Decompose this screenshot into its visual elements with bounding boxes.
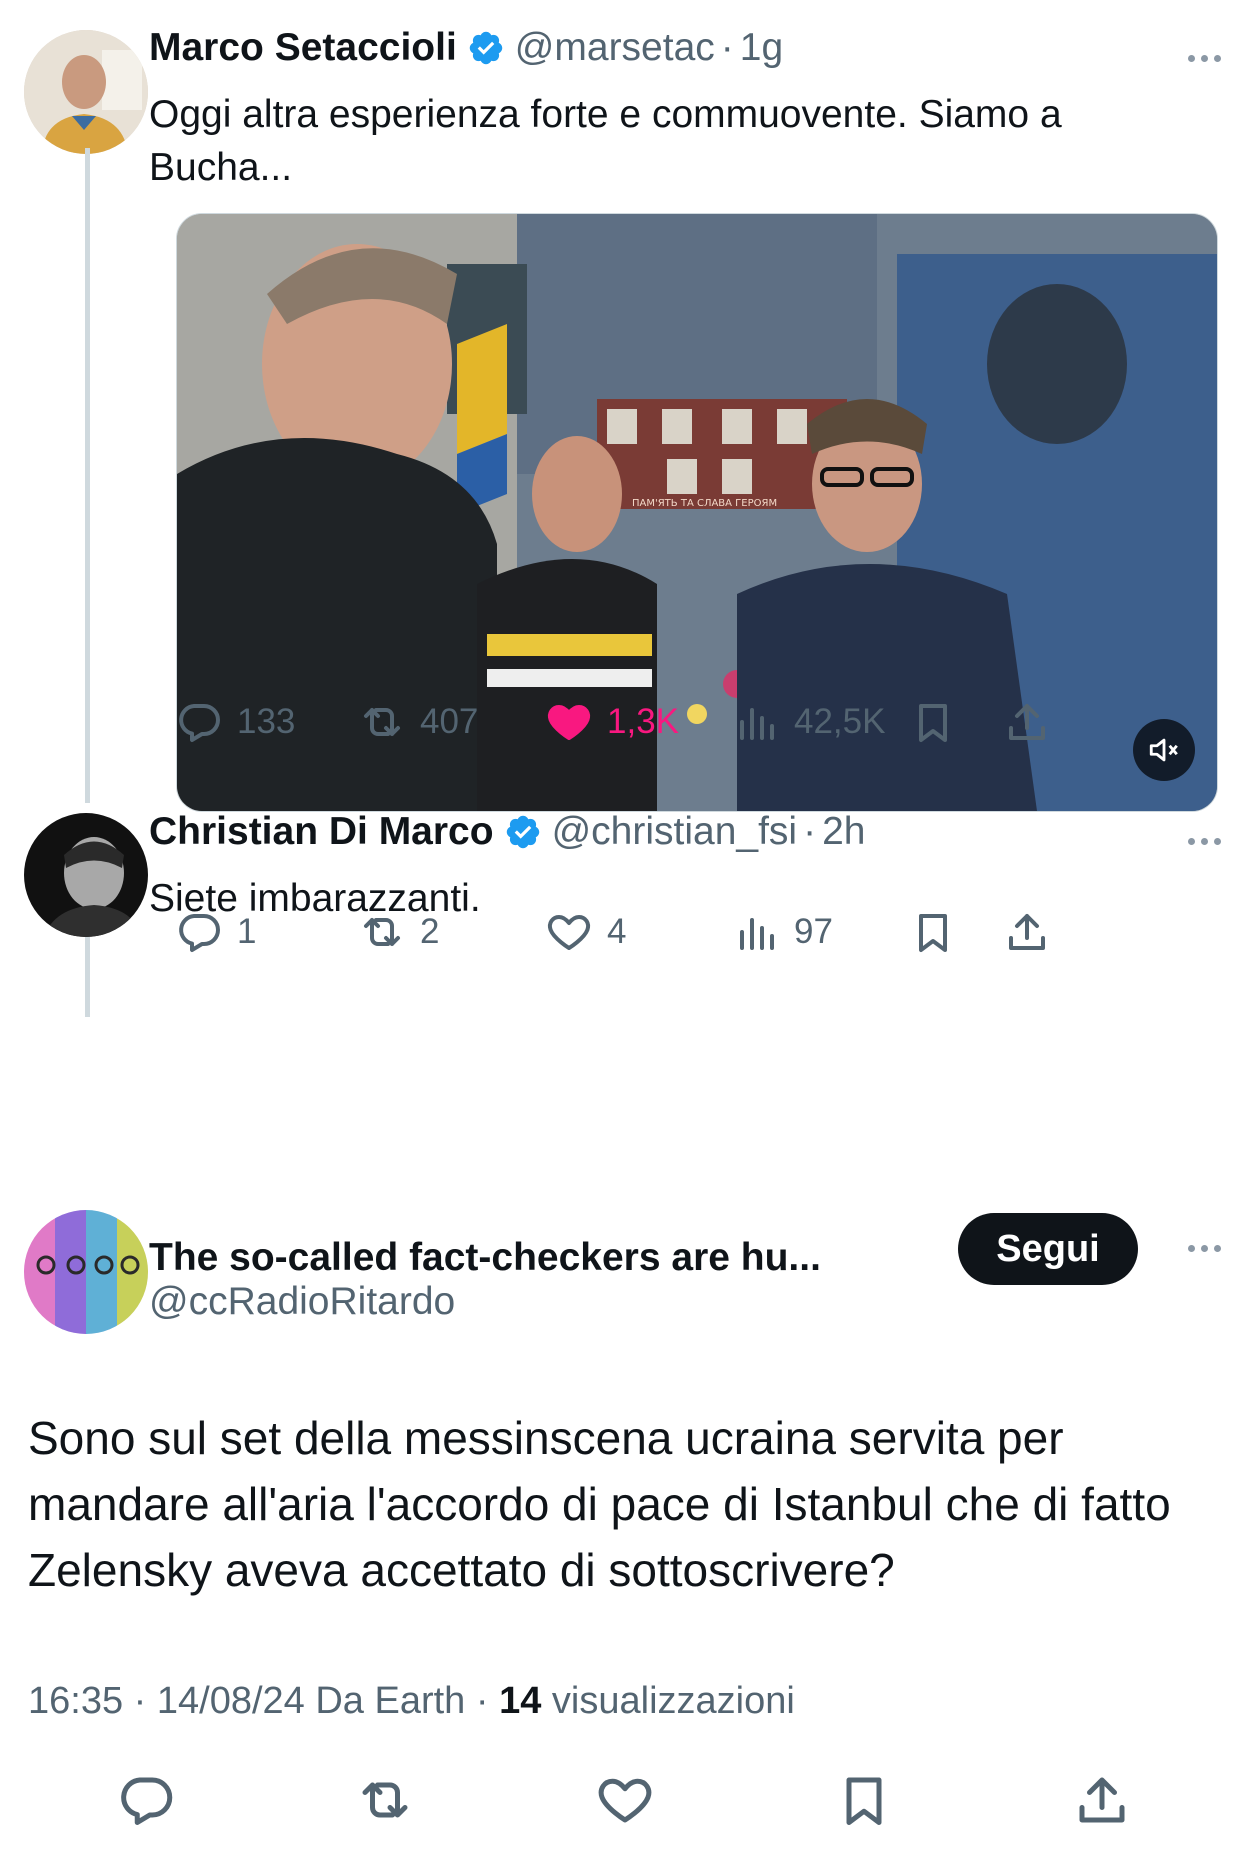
bookmark-icon: [919, 914, 947, 952]
tweet1-text-line1: Oggi altra esperienza forte e commuovent…: [149, 93, 1062, 136]
views-count: 42,5K: [794, 702, 886, 741]
reply-icon: [179, 704, 220, 742]
dot-separator: ·: [720, 26, 734, 69]
more-icon[interactable]: [1188, 1245, 1221, 1252]
retweet-button[interactable]: 2: [358, 908, 439, 956]
tweet-time[interactable]: 1g: [740, 26, 783, 70]
main-tweet-text: Sono sul set della messinscena ucraina s…: [28, 1412, 1171, 1596]
like-button[interactable]: 1,3K: [545, 698, 679, 746]
reply-icon[interactable]: [116, 1770, 176, 1830]
bookmark-icon[interactable]: [834, 1770, 894, 1830]
tweet-time[interactable]: 2h: [822, 810, 865, 854]
more-icon[interactable]: [1188, 838, 1221, 845]
like-icon[interactable]: [595, 1770, 655, 1830]
main-author-name[interactable]: The so-called fact-checkers are hu...: [149, 1236, 821, 1280]
main-author-handle[interactable]: @ccRadioRitardo: [149, 1280, 455, 1324]
retweet-count: 2: [420, 912, 440, 951]
avatar-marco[interactable]: [24, 30, 148, 154]
like-button[interactable]: 4: [545, 908, 626, 956]
verified-icon: [467, 29, 505, 67]
retweet-icon[interactable]: [355, 1770, 415, 1830]
views-button[interactable]: 97: [732, 908, 833, 956]
reply-count: 133: [237, 702, 296, 741]
like-count: 4: [607, 912, 627, 951]
views-number: 14: [499, 1680, 542, 1722]
retweet-icon: [364, 918, 400, 946]
reply-button[interactable]: 133: [175, 698, 295, 746]
thread-line: [85, 148, 90, 803]
reply-icon: [179, 914, 220, 952]
author-handle[interactable]: @christian_fsi: [552, 810, 798, 854]
like-icon: [548, 915, 590, 950]
share-icon: [1009, 914, 1045, 950]
views-icon: [740, 918, 774, 950]
bookmark-icon: [919, 704, 947, 742]
thread-line: [85, 937, 90, 1017]
tweet1-text: Oggi altra esperienza forte e commuovent…: [149, 88, 1062, 194]
reply-count: 1: [237, 912, 257, 951]
retweet-count: 407: [420, 702, 479, 741]
tweet-meta: 16:35 · 14/08/24 Da Earth · 14 visualizz…: [28, 1680, 795, 1723]
tweet2-header: Christian Di Marco @christian_fsi · 2h: [149, 810, 865, 854]
share-icon[interactable]: [1072, 1770, 1132, 1830]
views-count: 97: [794, 912, 833, 951]
follow-button[interactable]: Segui: [958, 1213, 1138, 1285]
verified-icon: [504, 813, 542, 851]
retweet-button[interactable]: 407: [358, 698, 478, 746]
author-name[interactable]: Marco Setaccioli: [149, 26, 457, 70]
share-icon: [1009, 704, 1045, 740]
tweet1-text-line2: Bucha...: [149, 146, 293, 189]
like-icon: [548, 705, 590, 740]
tweet2-actions: 1 2 4 97: [175, 908, 1215, 968]
like-count: 1,3K: [607, 702, 679, 741]
author-name[interactable]: Christian Di Marco: [149, 810, 494, 854]
views-icon: [740, 708, 774, 740]
avatar-christian[interactable]: [24, 813, 148, 937]
avatar-ccradioritardo[interactable]: [24, 1210, 148, 1334]
bookmark-button[interactable]: [909, 908, 957, 956]
bookmark-button[interactable]: [909, 698, 957, 746]
views-label: visualizzazioni: [541, 1680, 795, 1722]
author-handle[interactable]: @marsetac: [515, 26, 715, 70]
tweet-timestamp[interactable]: 16:35 · 14/08/24 Da Earth ·: [28, 1680, 499, 1722]
more-icon[interactable]: [1188, 55, 1221, 62]
share-button[interactable]: [1003, 698, 1051, 746]
share-button[interactable]: [1003, 908, 1051, 956]
main-actions-bar: [0, 1770, 1242, 1840]
dot-separator: ·: [803, 810, 817, 853]
tweet1-actions: 133 407 1,3K 42,5K: [175, 698, 1215, 758]
views-button[interactable]: 42,5K: [732, 698, 885, 746]
memorial-banner-text: ПАМ'ЯТЬ ТА СЛАВА ГЕРОЯМ: [632, 498, 777, 509]
tweet1-header: Marco Setaccioli @marsetac · 1g: [149, 26, 783, 70]
reply-button[interactable]: 1: [175, 908, 256, 956]
retweet-icon: [364, 708, 400, 736]
